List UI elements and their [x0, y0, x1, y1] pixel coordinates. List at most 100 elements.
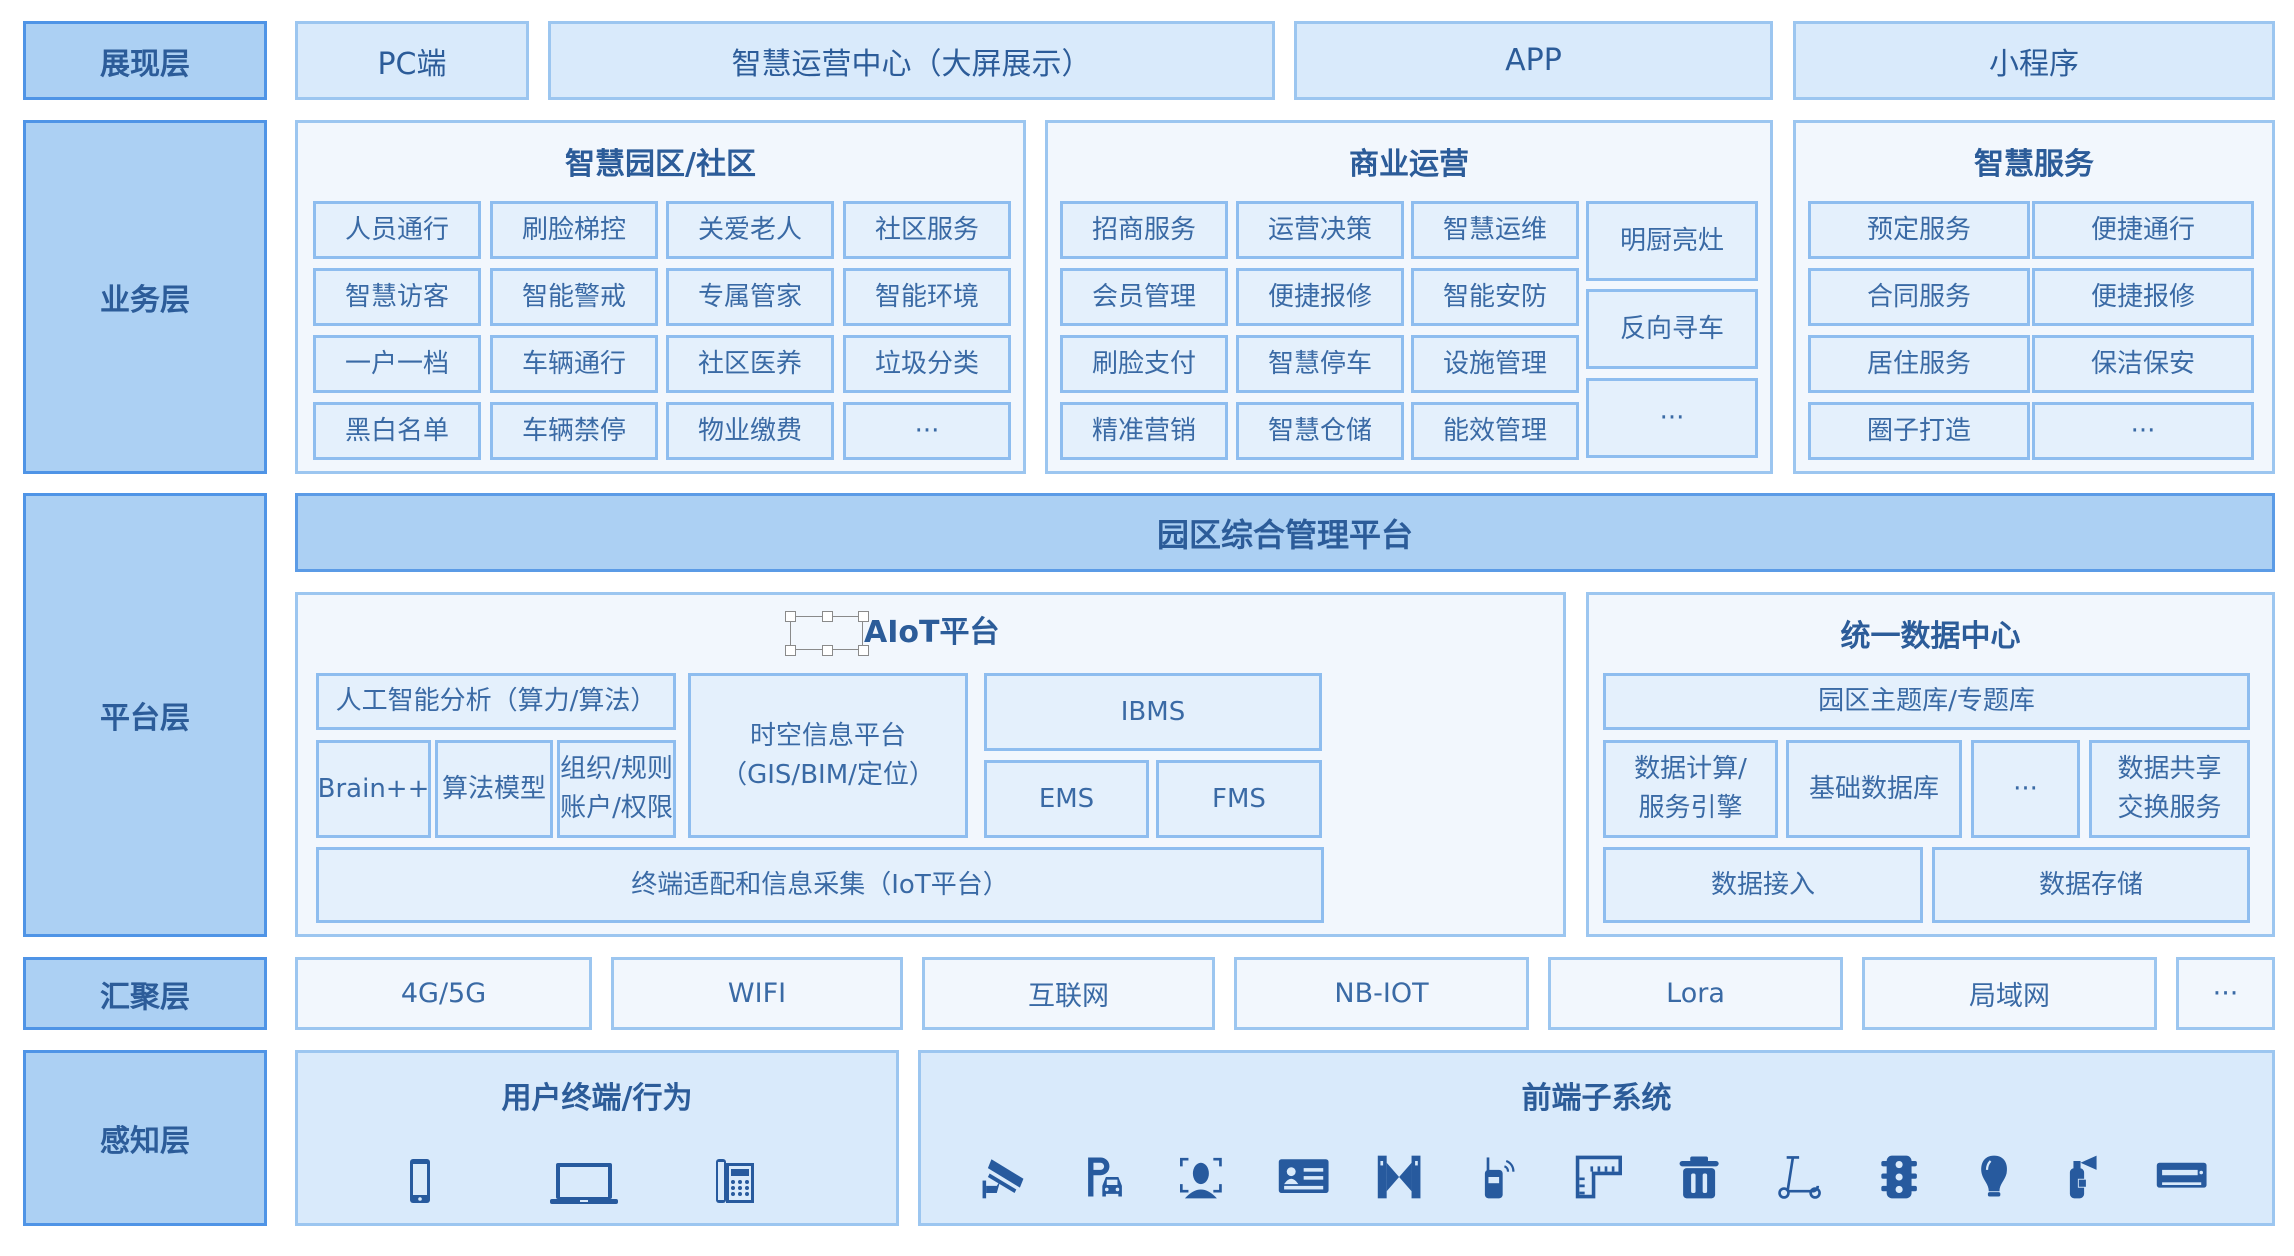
trash-bin-icon — [1676, 1145, 1740, 1209]
smart-service-item: 保洁保安 — [2032, 335, 2254, 393]
network-item: WIFI — [611, 957, 903, 1030]
traffic-light-icon — [1876, 1145, 1940, 1209]
park-service-item: 物业缴费 — [666, 402, 834, 460]
commerce-service-item: 精准营销 — [1060, 402, 1228, 460]
network-item: Lora — [1548, 957, 1843, 1030]
park-service-item: 车辆通行 — [490, 335, 658, 393]
smart-service-item: ··· — [2032, 402, 2254, 460]
park-service-item: 智慧访客 — [313, 268, 481, 326]
commerce-service-item: 便捷报修 — [1236, 268, 1404, 326]
face-recognition-icon — [1176, 1145, 1240, 1209]
network-item: 局域网 — [1862, 957, 2157, 1030]
commerce-service-item: 运营决策 — [1236, 201, 1404, 259]
network-item: NB-IOT — [1234, 957, 1529, 1030]
ems: EMS — [984, 760, 1149, 838]
panel-user-terminals: 用户终端/行为 — [295, 1050, 899, 1226]
ibms: IBMS — [984, 673, 1322, 751]
air-conditioner-icon — [2155, 1145, 2219, 1209]
share-line-2: 交换服务 — [2117, 793, 2222, 823]
compute-line-1: 数据计算/ — [1634, 754, 1747, 784]
commerce-service-item: 会员管理 — [1060, 268, 1228, 326]
spatial-line-1: 时空信息平台 — [749, 720, 906, 751]
scooter-icon — [1776, 1145, 1840, 1209]
panel-title: 智慧园区/社区 — [565, 147, 756, 182]
smart-service-item: 合同服务 — [1808, 268, 2030, 326]
commerce-service-item: 能效管理 — [1411, 402, 1579, 460]
app-client: APP — [1294, 21, 1773, 100]
network-item: ··· — [2176, 957, 2275, 1030]
park-service-item: 专属管家 — [666, 268, 834, 326]
org-line-2: 账户/权限 — [560, 793, 673, 823]
park-service-item: 社区服务 — [843, 201, 1011, 259]
commerce-service-item: 智能安防 — [1411, 268, 1579, 326]
smart-service-item: 预定服务 — [1808, 201, 2030, 259]
surveillance-camera-icon — [979, 1145, 1043, 1209]
layer-label-presentation: 展现层 — [23, 21, 267, 100]
org-line-1: 组织/规则 — [560, 754, 673, 784]
building-ruler-icon — [1574, 1145, 1638, 1209]
smart-service-item: 居住服务 — [1808, 335, 2030, 393]
iot-platform: 终端适配和信息采集（IoT平台） — [316, 847, 1324, 923]
base-database: 基础数据库 — [1786, 740, 1962, 838]
parking-icon — [1081, 1145, 1145, 1209]
park-service-item: 智能警戒 — [490, 268, 658, 326]
mini-program: 小程序 — [1793, 21, 2275, 100]
data-ingestion: 数据接入 — [1603, 847, 1923, 923]
commerce-service-item: 刷脸支付 — [1060, 335, 1228, 393]
park-service-item: 垃圾分类 — [843, 335, 1011, 393]
spatial-line-2: （GIS/BIM/定位） — [721, 759, 935, 790]
mobile-phone-icon — [396, 1145, 468, 1217]
park-service-item: 一户一档 — [313, 335, 481, 393]
algorithm-model: 算法模型 — [435, 740, 553, 838]
turnstile-gate-icon — [1376, 1145, 1440, 1209]
light-bulb-icon — [1971, 1145, 2035, 1209]
walkie-talkie-icon — [1476, 1145, 1540, 1209]
spatial-info-platform: 时空信息平台 （GIS/BIM/定位） — [688, 673, 968, 838]
resize-handle[interactable] — [785, 645, 796, 656]
resize-handle[interactable] — [822, 611, 833, 622]
park-service-item: 车辆禁停 — [490, 402, 658, 460]
compute-line-2: 服务引擎 — [1638, 793, 1743, 823]
id-card-icon — [1277, 1145, 1341, 1209]
commerce-side-item: ··· — [1586, 378, 1758, 458]
data-sharing-exchange: 数据共享 交换服务 — [2089, 740, 2250, 838]
resize-handle[interactable] — [822, 645, 833, 656]
layer-label-business: 业务层 — [23, 120, 267, 474]
panel-title: AIoT平台 — [864, 615, 1000, 650]
commerce-side-item: 反向寻车 — [1586, 289, 1758, 369]
share-line-1: 数据共享 — [2117, 754, 2222, 784]
fire-extinguisher-icon — [2061, 1145, 2125, 1209]
pc-client: PC端 — [295, 21, 529, 100]
park-service-item: 人员通行 — [313, 201, 481, 259]
selection-box[interactable] — [785, 611, 869, 656]
data-storage: 数据存储 — [1932, 847, 2250, 923]
panel-title: 用户终端/行为 — [501, 1081, 693, 1116]
panel-commerce: 商业运营 招商服务 运营决策 智慧运维 会员管理 便捷报修 智能安防 刷脸支付 智慧停车 设施管… — [1045, 120, 1773, 474]
resize-handle[interactable] — [785, 611, 796, 622]
brain-plus-plus: Brain++ — [316, 740, 431, 838]
commerce-side-item: 明厨亮灶 — [1586, 201, 1758, 281]
layer-label-aggregation: 汇聚层 — [23, 957, 267, 1030]
park-service-item: 社区医养 — [666, 335, 834, 393]
park-service-item: 刷脸梯控 — [490, 201, 658, 259]
panel-title: 智慧服务 — [1974, 147, 2094, 182]
commerce-service-item: 智慧仓储 — [1236, 402, 1404, 460]
commerce-service-item: 招商服务 — [1060, 201, 1228, 259]
panel-front-subsystems: 前端子系统 — [918, 1050, 2275, 1226]
park-service-item: 智能环境 — [843, 268, 1011, 326]
panel-smart-park: 智慧园区/社区 人员通行 刷脸梯控 关爱老人 社区服务智慧访客 智能警戒 专属管家 智能环境… — [295, 120, 1026, 474]
layer-label-perception: 感知层 — [23, 1050, 267, 1226]
data-compute-engine: 数据计算/ 服务引擎 — [1603, 740, 1778, 838]
desk-phone-icon — [710, 1145, 782, 1217]
commerce-service-item: 设施管理 — [1411, 335, 1579, 393]
park-management-platform: 园区综合管理平台 — [295, 493, 2275, 572]
panel-title: 商业运营 — [1349, 147, 1469, 182]
smart-service-item: 圈子打造 — [1808, 402, 2030, 460]
panel-title: 统一数据中心 — [1840, 619, 2021, 654]
park-service-item: 关爱老人 — [666, 201, 834, 259]
network-item: 互联网 — [922, 957, 1215, 1030]
fms: FMS — [1156, 760, 1322, 838]
panel-data-center: 统一数据中心 园区主题库/专题库 数据计算/ 服务引擎 基础数据库 ··· 数据… — [1586, 592, 2275, 937]
panel-title: 前端子系统 — [1521, 1081, 1672, 1116]
org-rules-accounts: 组织/规则 账户/权限 — [557, 740, 676, 838]
